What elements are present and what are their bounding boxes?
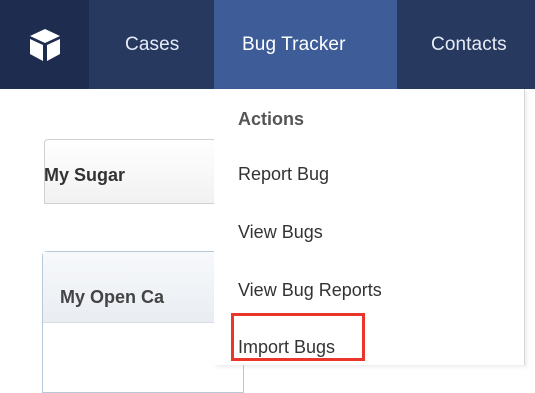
nav-item-bug-tracker[interactable]: Bug Tracker (214, 0, 397, 89)
dashlet-title: My Open Ca (60, 287, 165, 307)
dropdown-header-actions: Actions (238, 109, 305, 129)
menu-item-report-bug[interactable]: Report Bug (238, 164, 329, 185)
menu-item-view-bug-reports[interactable]: View Bug Reports (238, 280, 382, 301)
main-content: My Sugar My Open Ca (0, 89, 246, 393)
home-logo-button[interactable] (0, 0, 89, 89)
bug-tracker-dropdown-menu: Actions Report Bug View Bugs View Bug Re… (214, 89, 525, 365)
nav-item-bug-tracker-label: Bug Tracker (242, 33, 346, 55)
menu-item-import-bugs[interactable]: Import Bugs (238, 337, 335, 358)
cube-icon (29, 28, 60, 61)
top-navbar: Cases Bug Tracker Contacts (0, 0, 535, 89)
menu-item-view-bugs[interactable]: View Bugs (238, 222, 323, 243)
nav-item-cases-label: Cases (125, 33, 180, 55)
nav-item-contacts[interactable]: Contacts (415, 0, 535, 89)
tab-my-sugar-label: My Sugar (44, 165, 126, 185)
tab-divider (44, 203, 214, 204)
nav-item-cases[interactable]: Cases (102, 0, 214, 89)
nav-item-contacts-label: Contacts (431, 33, 507, 55)
